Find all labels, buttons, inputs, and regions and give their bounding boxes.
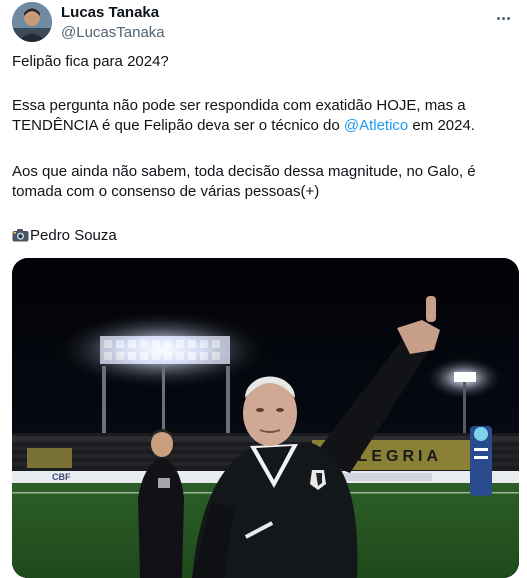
tweet-card: Lucas Tanaka @LucasTanaka Felipão fica p…	[0, 0, 527, 578]
ad-board-text: CBF	[52, 472, 71, 482]
camera-icon	[12, 228, 29, 242]
author-display-name[interactable]: Lucas Tanaka	[61, 4, 165, 22]
tweet-photo[interactable]: ALEGRIA CBF	[12, 258, 519, 578]
tweet-paragraph-2: Essa pergunta não pode ser respondida co…	[12, 96, 517, 136]
league-signage	[470, 426, 492, 496]
author-handle[interactable]: @LucasTanaka	[61, 24, 165, 42]
author-info: Lucas Tanaka @LucasTanaka	[61, 4, 165, 42]
mention-link[interactable]: @Atletico	[344, 117, 408, 134]
photo-credit-line: Pedro Souza	[12, 226, 517, 246]
more-options-icon[interactable]	[493, 8, 513, 28]
tweet-paragraph-2-tail: em 2024.	[408, 117, 475, 134]
tweet-line-1: Felipão fica para 2024?	[12, 53, 169, 70]
photo-credit-name: Pedro Souza	[30, 227, 117, 244]
author-avatar[interactable]	[12, 2, 52, 42]
tweet-paragraph-3: Aos que ainda não sabem, toda decisão de…	[12, 163, 476, 200]
